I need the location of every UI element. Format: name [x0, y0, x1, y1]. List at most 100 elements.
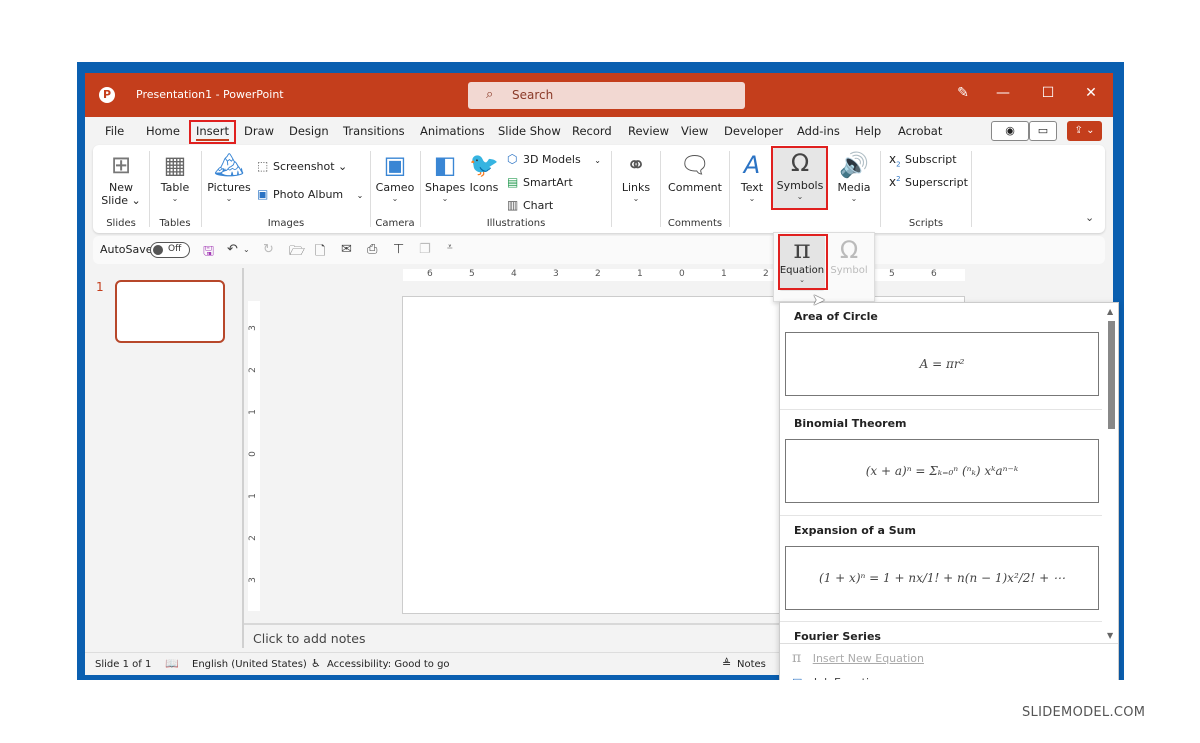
new-slide-button[interactable]: ⊞ New Slide ⌄ [101, 149, 141, 207]
comment-button[interactable]: 🗨 Comment [665, 149, 725, 194]
tab-draw[interactable]: Draw [244, 124, 274, 138]
speaker-icon: 🔊 [839, 151, 869, 179]
equation-title: Fourier Series [794, 630, 881, 643]
divider [780, 515, 1102, 516]
equation-formula: (x + a)ⁿ = Σₖ₌₀ⁿ (ⁿₖ) xᵏaⁿ⁻ᵏ [865, 464, 1019, 478]
equation-area-of-circle[interactable]: A = πr² [785, 332, 1099, 396]
screenshot-button[interactable]: ⬚ Screenshot ⌄ [257, 159, 347, 173]
subscript-button[interactable]: x2 Subscript [889, 152, 957, 168]
equation-binomial-theorem[interactable]: (x + a)ⁿ = Σₖ₌₀ⁿ (ⁿₖ) xᵏaⁿ⁻ᵏ [785, 439, 1099, 503]
present-icon[interactable]: ⊤ [393, 242, 404, 257]
shapes-button[interactable]: ◧ Shapes ⌄ [425, 149, 465, 203]
symbol-button[interactable]: Ω Symbol [829, 235, 869, 276]
redo-icon[interactable]: ↻ [263, 242, 274, 257]
3d-models-label: 3D Models [523, 153, 581, 166]
links-button[interactable]: ⚭ Links ⌄ [616, 149, 656, 203]
chart-button[interactable]: ▥ Chart [507, 198, 553, 212]
tab-add-ins[interactable]: Add-ins [797, 124, 840, 138]
open-folder-icon[interactable]: 🗁 [289, 242, 305, 264]
ruler-tick-label: 2 [595, 269, 601, 279]
screenshot-icon: ⬚ [257, 159, 269, 173]
group-links: ⚭ Links ⌄ [612, 145, 660, 233]
undo-dropdown-icon[interactable]: ⌄ [243, 245, 250, 254]
new-file-icon[interactable]: 🗋 [315, 242, 325, 264]
new-slide-label: New [109, 181, 133, 194]
search-label: Search [512, 88, 554, 102]
superscript-button[interactable]: x2 Superscript [889, 175, 968, 189]
spell-check-icon[interactable]: 📖 [165, 657, 179, 670]
chevron-down-icon: ⌄ [632, 194, 640, 203]
pictures-button[interactable]: 🏔 Pictures ⌄ [206, 149, 252, 203]
insert-new-equation[interactable]: π Insert New Equation [792, 650, 924, 666]
text-icon: A [743, 151, 761, 179]
media-button[interactable]: 🔊 Media ⌄ [833, 149, 875, 203]
ruler-tick-label: 2 [247, 535, 258, 541]
smartart-label: SmartArt [523, 176, 573, 189]
tab-file[interactable]: File [105, 124, 124, 138]
links-label: Links [621, 181, 651, 194]
new-slide-icon: ⊞ [110, 151, 132, 179]
save-icon[interactable]: 🖫 [203, 242, 214, 264]
tab-acrobat[interactable]: Acrobat [898, 124, 942, 138]
media-label: Media [837, 181, 871, 194]
close-button[interactable]: ✕ [1077, 85, 1105, 101]
text-label: Text [740, 181, 764, 194]
slide-number: 1 [96, 280, 104, 294]
notes-pane[interactable]: Click to add notes [244, 623, 784, 649]
group-tables: ▦ Table ⌄ Tables [150, 145, 200, 233]
3d-models-button[interactable]: ⬡ 3D Models ⌄ [507, 152, 601, 166]
undo-icon[interactable]: ↶ [227, 242, 238, 257]
equation-expansion-of-a-sum[interactable]: (1 + x)ⁿ = 1 + nx/1! + n(n − 1)x²/2! + ⋯ [785, 546, 1099, 610]
search-box[interactable]: ⌕ Search [468, 82, 745, 109]
slide-thumbnail[interactable] [115, 280, 225, 343]
accessibility-status[interactable]: Accessibility: Good to go [327, 659, 450, 670]
minimize-button[interactable]: — [989, 85, 1017, 101]
tab-record[interactable]: Record [572, 124, 612, 138]
chevron-down-icon: ⌄ [850, 194, 858, 203]
print-icon[interactable]: ⎙ [367, 242, 377, 257]
ruler-tick-label: 0 [679, 269, 685, 279]
tab-view[interactable]: View [681, 124, 708, 138]
tab-design[interactable]: Design [289, 124, 329, 138]
ruler-tick-label: 3 [553, 269, 559, 279]
cameo-button[interactable]: ▣ Cameo ⌄ [375, 149, 415, 203]
tab-home[interactable]: Home [146, 124, 180, 138]
gallery-scrollbar[interactable]: ▲ ▼ [1104, 303, 1118, 643]
notes-toggle[interactable]: Notes [737, 659, 766, 670]
autosave-toggle[interactable]: Off [150, 242, 190, 258]
copy-format-icon[interactable]: ❐ [419, 242, 431, 257]
photo-album-button[interactable]: ▣ Photo Album ⌄ [257, 187, 363, 201]
icons-button[interactable]: 🐦 Icons [467, 149, 501, 194]
tab-help[interactable]: Help [855, 124, 881, 138]
tab-review[interactable]: Review [628, 124, 669, 138]
chart-icon: ▥ [507, 198, 519, 212]
table-button[interactable]: ▦ Table ⌄ [155, 149, 195, 203]
maximize-button[interactable]: ☐ [1034, 85, 1062, 101]
text-button[interactable]: A Text ⌄ [735, 149, 769, 203]
share-button[interactable]: ⇪ ⌄ [1067, 121, 1102, 141]
designer-pen-icon[interactable]: ✎ [949, 85, 977, 101]
tab-slide-show[interactable]: Slide Show [498, 124, 561, 138]
group-slides: ⊞ New Slide ⌄ Slides [93, 145, 149, 233]
ruler-tick-label: 2 [247, 367, 258, 373]
ribbon-expand-button[interactable]: ⌄ [1085, 211, 1094, 224]
email-icon[interactable]: ✉ [341, 242, 352, 257]
icons-label: Icons [469, 181, 499, 194]
tab-transitions[interactable]: Transitions [343, 124, 405, 138]
record-button[interactable]: ◉ [991, 121, 1029, 141]
scroll-up-icon[interactable]: ▲ [1107, 307, 1113, 316]
pane-splitter[interactable] [242, 268, 244, 648]
comments-button[interactable]: ▭ [1029, 121, 1057, 141]
notes-icon: ≜ [722, 657, 732, 670]
ruler-tick-label: 3 [247, 325, 258, 331]
tab-animations[interactable]: Animations [420, 124, 485, 138]
smartart-button[interactable]: ▤ SmartArt [507, 175, 573, 189]
comment-icon: 🗨 [679, 151, 711, 179]
customize-qat-icon[interactable]: ⩡ [447, 242, 453, 253]
scrollbar-thumb[interactable] [1108, 321, 1115, 429]
tab-developer[interactable]: Developer [724, 124, 783, 138]
equation-title: Binomial Theorem [794, 417, 907, 430]
scroll-down-icon[interactable]: ▼ [1107, 631, 1113, 640]
shapes-icon: ◧ [433, 151, 457, 179]
language-status[interactable]: English (United States) [192, 659, 307, 670]
